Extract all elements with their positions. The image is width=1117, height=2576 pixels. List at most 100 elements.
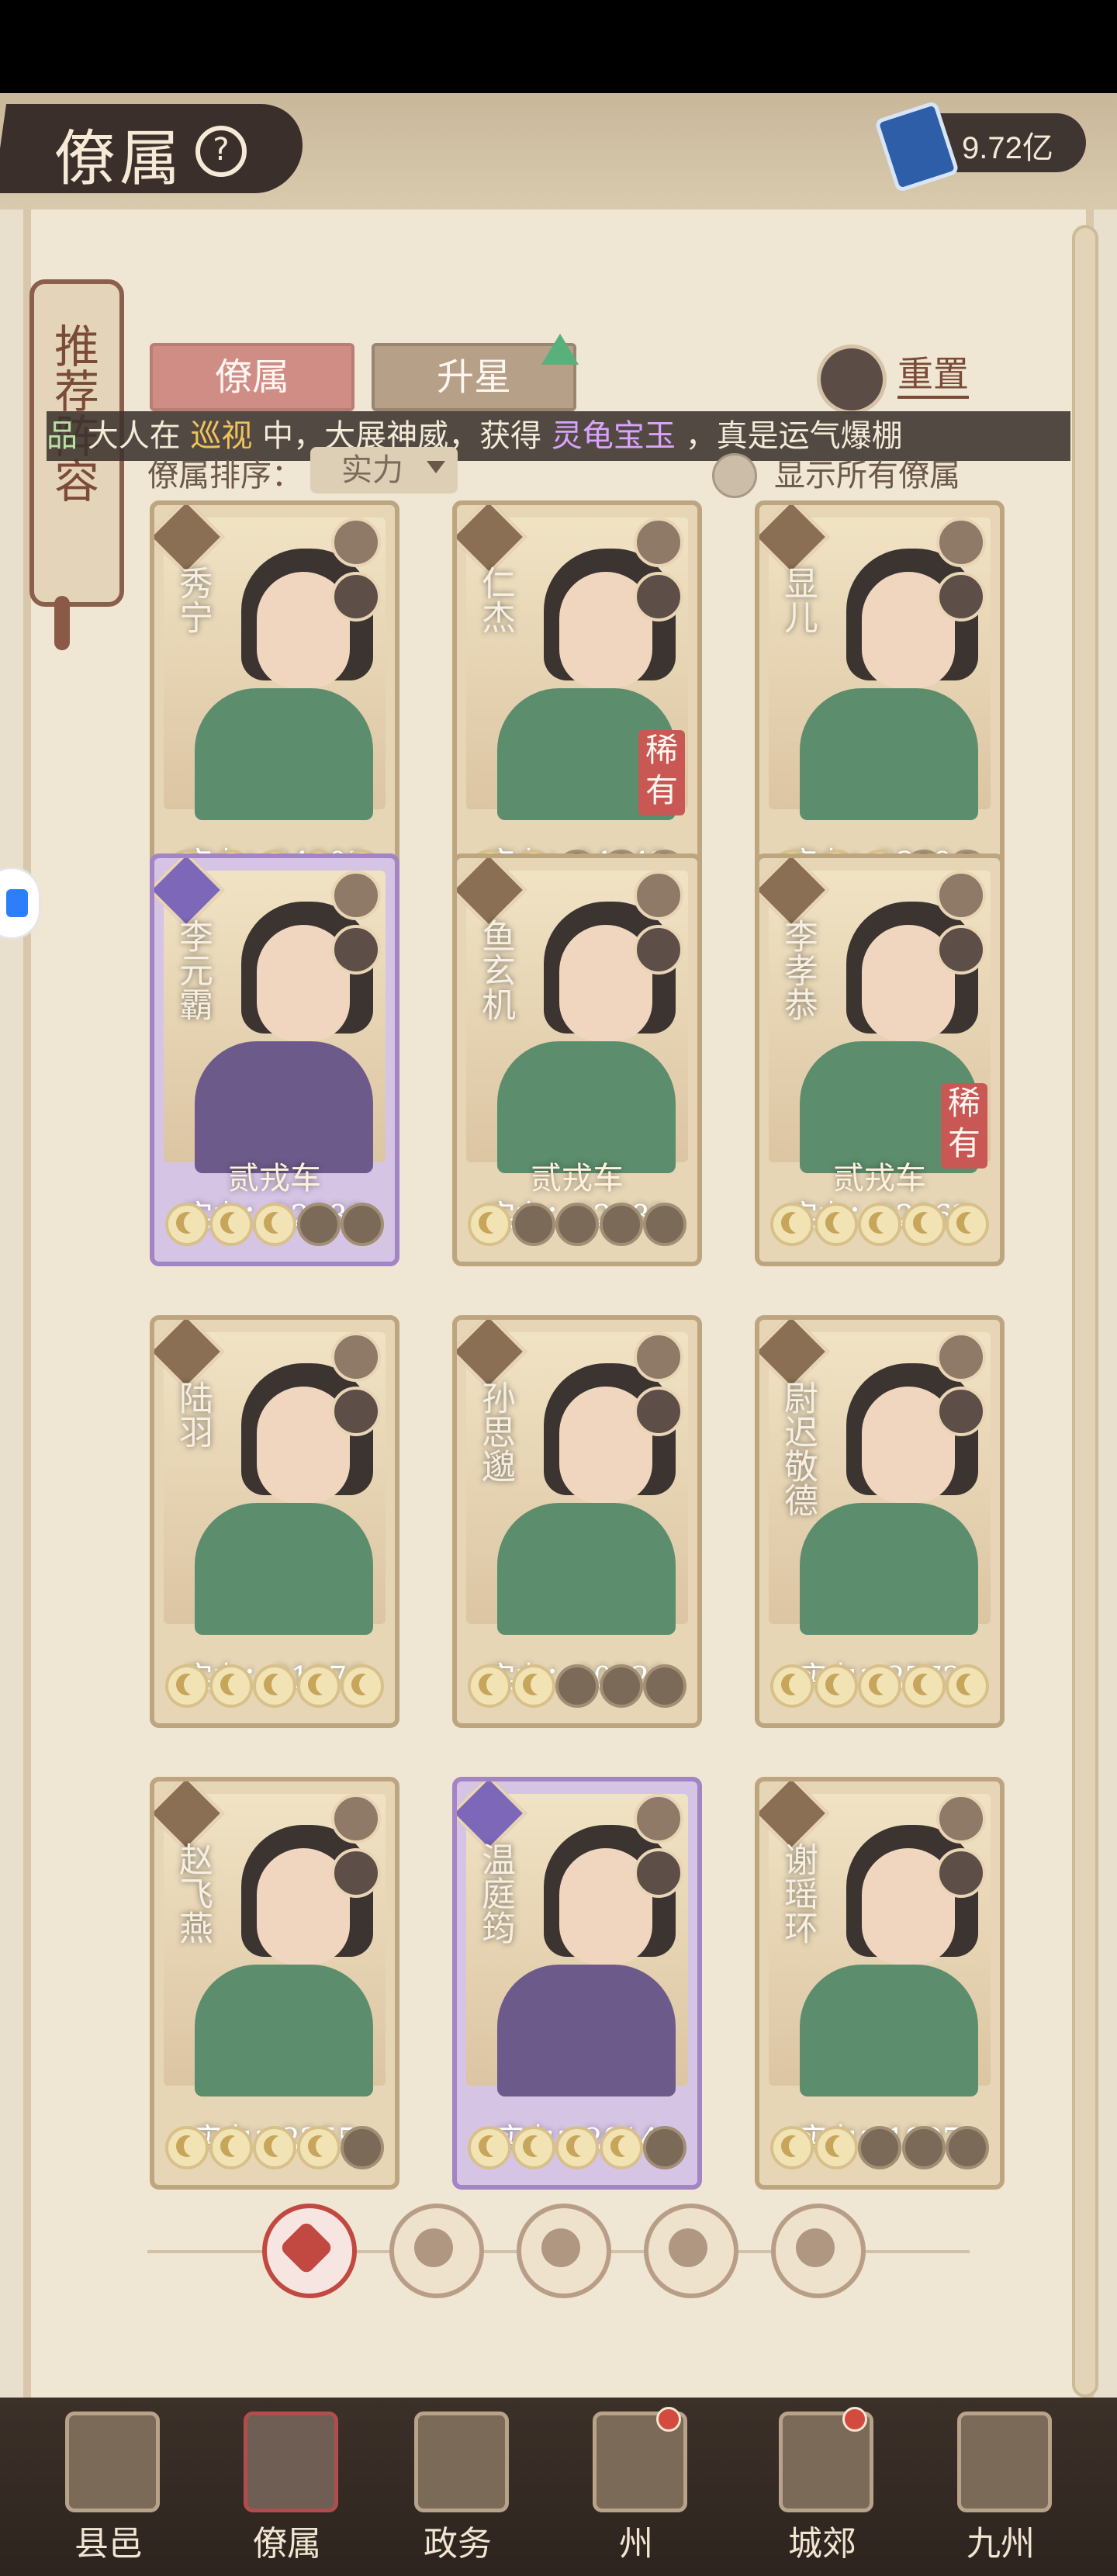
moon-star-icon <box>946 2126 989 2169</box>
moon-star-icon <box>901 1664 946 1708</box>
companion-avatar <box>331 1387 381 1436</box>
filter-category-1-button[interactable] <box>389 2204 484 2298</box>
moon-star-icon <box>511 1203 555 1246</box>
companion-avatar <box>936 925 986 975</box>
bottom-nav-item[interactable]: 州 <box>558 2398 714 2576</box>
moon-star-icon <box>165 2126 209 2169</box>
leaf-icon <box>541 2228 580 2267</box>
currency-display[interactable]: 9.72亿 <box>873 100 1086 193</box>
star-rating <box>468 1203 686 1251</box>
subordinate-name: 赵飞燕 <box>173 1842 213 1944</box>
moon-star-icon <box>341 1203 384 1246</box>
show-all-label: 显示所有僚属 <box>774 458 960 493</box>
bottom-nav-label: 城郊 <box>788 2524 856 2564</box>
moon-star-icon <box>643 1203 686 1246</box>
moon-star-icon <box>599 2126 643 2169</box>
tab-subordinates[interactable]: 僚属 <box>150 343 354 411</box>
moon-star-icon <box>946 1664 989 1708</box>
star-rating <box>165 1203 384 1251</box>
companion-avatar <box>634 572 683 621</box>
nav-icon <box>414 2412 509 2512</box>
subordinate-card[interactable]: 孙思邈实力：20328 <box>452 1315 702 1728</box>
subordinate-name: 显儿 <box>778 566 818 634</box>
filter-category-4-button[interactable] <box>771 2204 866 2298</box>
moon-star-icon <box>209 1203 253 1246</box>
bottom-nav-label: 僚属 <box>253 2524 321 2564</box>
moon-star-icon <box>209 2126 253 2169</box>
moon-star-icon <box>901 2126 946 2169</box>
sort-dropdown[interactable]: 实力 <box>310 447 458 493</box>
filter-category-2-button[interactable] <box>517 2204 611 2298</box>
rarity-badge: 稀有 <box>638 730 685 815</box>
sort-label: 僚属排序： <box>147 458 303 493</box>
show-all-toggle[interactable] <box>712 453 757 498</box>
moon-star-icon <box>555 1664 599 1708</box>
subordinate-card[interactable]: 陆羽实力：21876 <box>150 1315 399 1728</box>
nav-icon <box>957 2412 1052 2512</box>
subordinate-card[interactable]: 仁杰稀有实力：24043 <box>452 500 702 913</box>
subordinate-card[interactable]: 显儿实力：23494 <box>755 500 1005 913</box>
moon-star-icon <box>858 1203 901 1246</box>
subordinate-card[interactable]: 谢瑶环实力：1997 <box>755 1777 1005 2190</box>
reset-button[interactable]: 重置 <box>817 345 1018 414</box>
tassel-decoration <box>54 596 70 650</box>
moon-star-icon <box>341 2126 384 2169</box>
moon-star-icon <box>253 1203 296 1246</box>
moon-star-icon <box>770 2126 814 2169</box>
companion-avatar <box>936 1387 986 1436</box>
page-title: 僚属 <box>54 124 185 194</box>
companion-avatar <box>331 1848 381 1898</box>
bottom-nav-item[interactable]: 县邑 <box>31 2398 186 2576</box>
bottom-nav-item[interactable]: 僚属 <box>209 2398 365 2576</box>
reset-label: 重置 <box>897 352 969 399</box>
filter-all-button[interactable] <box>262 2204 357 2298</box>
filter-row <box>0 2204 1117 2328</box>
moon-star-icon <box>296 2126 341 2169</box>
app-root: 僚属 ? 9.72亿 推荐阵容 僚属 升星 重置 品 大人在 巡视 中，大展神威… <box>0 93 1117 2576</box>
bottom-nav-item[interactable]: 城郊 <box>745 2398 900 2576</box>
moon-star-icon <box>253 1664 296 1708</box>
moon-star-icon <box>511 1664 555 1708</box>
robe <box>195 1965 373 2096</box>
subordinate-card[interactable]: 秀宁实力：24505 <box>150 500 399 913</box>
faction-badge-icon <box>936 1794 986 1844</box>
subordinate-card[interactable]: 李元霸贰戎车实力：22588 <box>150 853 399 1266</box>
bottom-nav-item[interactable]: 政务 <box>380 2398 535 2576</box>
ticker-part-6: ，真是运气爆棚 <box>685 418 903 454</box>
nav-icon <box>244 2412 338 2512</box>
faction-badge-icon <box>634 1794 683 1844</box>
ticker-part-3: 巡视 <box>190 418 253 454</box>
moon-star-icon <box>599 1203 643 1246</box>
chevron-down-icon <box>427 461 445 473</box>
subordinate-card[interactable]: 赵飞燕实力：2255 <box>150 1777 399 2190</box>
robe <box>497 1503 676 1635</box>
moon-star-icon <box>555 2126 599 2169</box>
companion-avatar <box>634 925 683 975</box>
chat-icon <box>6 889 28 917</box>
moon-star-icon <box>858 1664 901 1708</box>
reset-icon <box>817 345 887 414</box>
subordinate-name: 李孝恭 <box>778 919 818 1021</box>
robe <box>800 1965 978 2096</box>
companion-avatar <box>936 572 986 621</box>
faction-badge-icon <box>936 518 986 567</box>
bottom-nav-item[interactable]: 九州 <box>923 2398 1078 2576</box>
currency-value: 9.72亿 <box>962 131 1053 165</box>
faction-badge-icon <box>936 1332 986 1382</box>
subordinate-name: 谢瑶环 <box>778 1842 818 1944</box>
moon-star-icon <box>643 2126 686 2169</box>
faction-badge-icon <box>634 871 683 920</box>
subordinate-card[interactable]: 李孝恭稀有贰戎车实力：22162 <box>755 853 1005 1266</box>
bottom-nav-label: 九州 <box>967 2524 1035 2564</box>
help-icon[interactable]: ? <box>195 126 247 177</box>
companion-avatar <box>331 925 381 975</box>
upgrade-arrow-icon <box>541 334 579 365</box>
subordinate-card[interactable]: 尉迟敬德实力：2772 <box>755 1315 1005 1728</box>
bell-icon <box>414 2228 453 2267</box>
star-rating <box>770 1203 989 1251</box>
filter-category-3-button[interactable] <box>644 2204 738 2298</box>
subordinate-name: 温庭筠 <box>476 1842 515 1944</box>
subordinate-card[interactable]: 温庭筠实力：2014 <box>452 1777 702 2190</box>
subordinate-card[interactable]: 鱼玄机贰戎车实力：22489 <box>452 853 702 1266</box>
sort-selected-value: 实力 <box>341 452 403 488</box>
